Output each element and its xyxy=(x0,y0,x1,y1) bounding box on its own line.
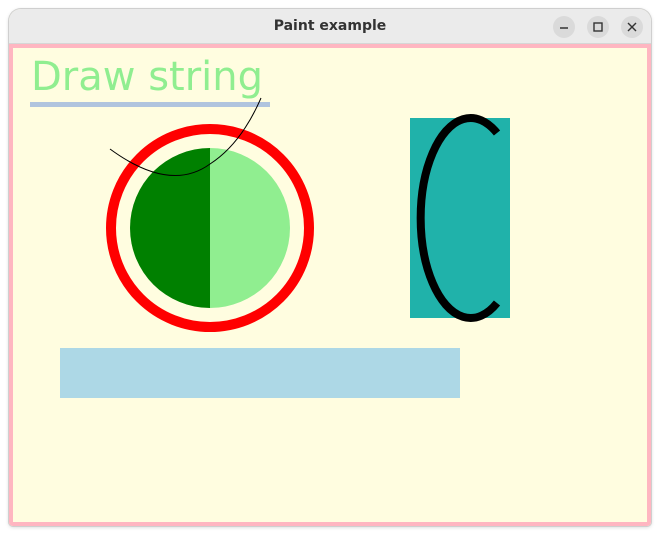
paint-canvas[interactable]: Draw string xyxy=(9,44,651,526)
light-blue-bar xyxy=(60,348,460,398)
draw-string-text: Draw string xyxy=(31,54,263,100)
close-button[interactable] xyxy=(621,16,643,38)
maximize-button[interactable] xyxy=(587,16,609,38)
text-underline xyxy=(30,102,270,107)
title-bar[interactable]: Paint example xyxy=(9,9,651,44)
minimize-icon xyxy=(560,27,568,29)
minimize-button[interactable] xyxy=(553,16,575,38)
close-icon xyxy=(627,22,637,32)
teal-rectangle xyxy=(410,118,510,318)
circle-left-half xyxy=(130,148,210,308)
maximize-icon xyxy=(593,22,603,32)
circle-right-half xyxy=(210,148,290,308)
canvas-drawing: Draw string xyxy=(30,54,510,398)
app-window: Paint example Draw string xyxy=(9,9,651,526)
